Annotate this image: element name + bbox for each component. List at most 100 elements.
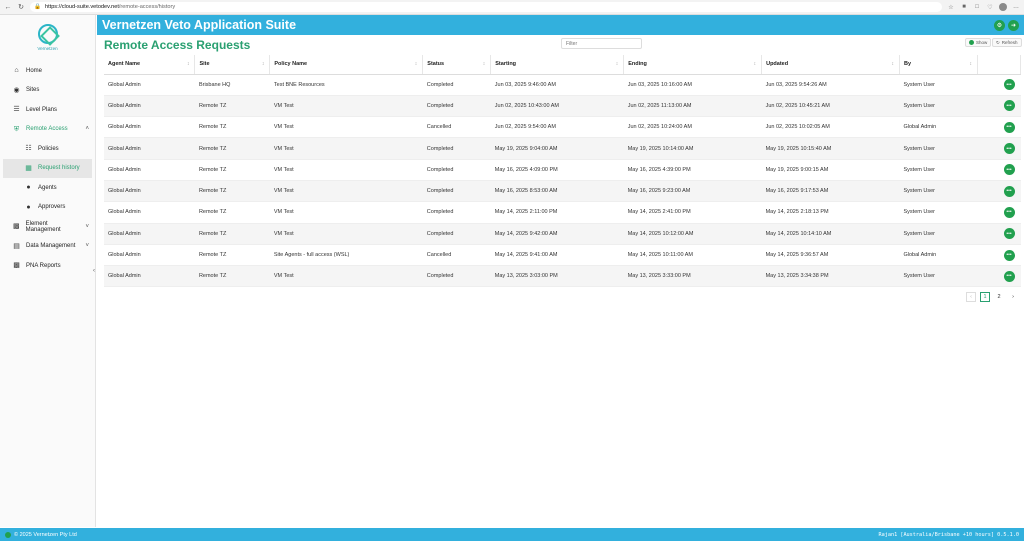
table-row: Global Admin Remote TZ VM Test Completed Jun… [104, 95, 1021, 118]
next-page-icon[interactable]: › [1008, 292, 1018, 302]
page-1-button[interactable]: 1 [980, 292, 990, 302]
prev-page-icon[interactable]: ‹ [966, 292, 976, 302]
row-more-button[interactable]: ••• [1003, 164, 1015, 176]
extensions-icon[interactable]: ■ [960, 3, 968, 11]
star-icon[interactable]: ☆ [947, 3, 955, 11]
more-icon[interactable]: … [1012, 3, 1020, 11]
column-header[interactable]: Site ↕ [194, 55, 271, 75]
chevron-down-icon: ˅ [85, 243, 89, 250]
sidebar-item-home[interactable]: ⌂ Home [0, 61, 95, 81]
filter-input[interactable] [561, 38, 642, 49]
address-bar[interactable]: 🔒 https://cloud-suite.vetodev.net/remote… [30, 2, 942, 12]
sidebar: Vernetzen ⌂ Home ◉ Sites ☰ Level Plans ⛨ Rem… [0, 15, 96, 527]
table-cell: Completed [422, 201, 491, 224]
table-cell: System User [899, 201, 978, 224]
table-cell: Completed [422, 159, 491, 181]
table-cell: Completed [422, 223, 491, 245]
chevron-up-icon: ˄ [85, 126, 89, 133]
table-cell: May 14, 2025 10:14:10 AM [761, 223, 900, 245]
split-icon[interactable]: □ [973, 3, 981, 11]
table-cell: VM Test [269, 201, 423, 224]
app-header: Vernetzen Veto Application Suite ⚙ ➜ [97, 15, 1024, 35]
page-title: Remote Access Requests [104, 38, 251, 52]
sitemap-icon: ▩ [13, 223, 20, 231]
status-indicator-icon [5, 531, 11, 538]
table-row: Global Admin Remote TZ VM Test Completed May… [104, 201, 1021, 224]
row-more-button[interactable]: ••• [1003, 185, 1015, 197]
table-cell: May 14, 2025 10:12:00 AM [623, 223, 762, 245]
sidebar-item-agents[interactable]: ● Agents [0, 178, 95, 198]
row-more-button[interactable]: ••• [1003, 121, 1015, 133]
table-row: Global Admin Remote TZ VM Test Completed May… [104, 265, 1021, 288]
table-cell: VM Test [269, 95, 423, 118]
row-more-button[interactable]: ••• [1003, 79, 1015, 91]
table-cell: Completed [422, 180, 491, 203]
column-header[interactable]: Agent Name ↕ [104, 55, 196, 75]
table-cell: VM Test [269, 116, 423, 139]
settings-icon[interactable]: ⚙ [994, 20, 1005, 31]
show-label: Show [976, 40, 988, 45]
row-more-button[interactable]: ••• [1003, 100, 1015, 112]
copyright-text: 2025 Vernetzen Pty Ltd [19, 531, 77, 538]
sidebar-item-remote-access[interactable]: ⛨ Remote Access ˄ [0, 120, 95, 140]
table-cell: Remote TZ [194, 244, 270, 267]
table-cell: Jun 02, 2025 11:13:00 AM [623, 95, 762, 118]
show-button[interactable]: Show [965, 38, 992, 47]
sidebar-item-label: Approvers [38, 204, 66, 211]
report-icon: ▩ [13, 262, 20, 270]
table-cell: Jun 02, 2025 10:43:00 AM [490, 95, 624, 118]
table-cell: Remote TZ [194, 265, 270, 288]
row-more-button[interactable]: ••• [1003, 143, 1015, 155]
column-header[interactable]: Policy Name ↕ [269, 55, 424, 75]
table-cell: May 19, 2025 9:00:15 AM [761, 159, 900, 181]
row-more-button[interactable]: ••• [1003, 228, 1015, 240]
sidebar-item-request-history[interactable]: ▦ Request history [3, 158, 92, 178]
row-more-button[interactable]: ••• [1003, 206, 1015, 218]
app-logo[interactable]: Vernetzen [0, 17, 95, 57]
sidebar-item-policies[interactable]: ☷ Policies [0, 139, 95, 159]
page-2-button[interactable]: 2 [994, 292, 1004, 302]
row-actions-cell: ••• [977, 244, 1021, 267]
table-row: Global Admin Remote TZ VM Test Cancelled Jun… [104, 116, 1021, 139]
column-header[interactable]: By ↕ [899, 55, 978, 75]
row-more-button[interactable]: ••• [1003, 249, 1015, 261]
sidebar-item-level-plans[interactable]: ☰ Level Plans [0, 100, 95, 120]
table-cell: May 14, 2025 9:41:00 AM [490, 244, 624, 267]
sort-icon: ↕ [261, 61, 265, 67]
sidebar-item-pna-reports[interactable]: ▩ PNA Reports [0, 256, 95, 276]
table-cell: Completed [422, 74, 491, 96]
table-cell: Global Admin [104, 159, 195, 181]
reload-icon[interactable]: ↻ [17, 3, 25, 11]
sidebar-item-sites[interactable]: ◉ Sites [0, 81, 95, 101]
table-cell: VM Test [269, 137, 423, 160]
table-cell: VM Test [269, 223, 423, 245]
sidebar-nav: ⌂ Home ◉ Sites ☰ Level Plans ⛨ Remote Access… [0, 61, 95, 276]
table-cell: VM Test [269, 180, 423, 203]
chevron-down-icon: ˅ [85, 223, 89, 230]
logout-icon[interactable]: ➜ [1008, 20, 1019, 31]
globe-icon: ◉ [13, 86, 20, 94]
column-header[interactable]: Updated ↕ [761, 55, 900, 75]
column-header[interactable]: Status ↕ [422, 55, 492, 75]
row-more-button[interactable]: ••• [1003, 270, 1015, 282]
table-cell: Remote TZ [194, 116, 270, 139]
table-cell: May 14, 2025 9:36:57 AM [761, 244, 900, 267]
sidebar-item-approvers[interactable]: ● Approvers [0, 198, 95, 218]
refresh-button[interactable]: ↻ Refresh [992, 38, 1022, 47]
sidebar-item-element-management[interactable]: ▩ Element Management ˅ [0, 217, 95, 237]
back-icon[interactable]: ← [4, 3, 12, 11]
table-cell: Completed [422, 95, 491, 118]
refresh-label: Refresh [1001, 40, 1018, 45]
home-icon: ⌂ [14, 67, 19, 75]
collapse-sidebar-icon[interactable]: ‹ [93, 268, 95, 274]
column-header[interactable]: Starting ↕ [490, 55, 625, 75]
sidebar-item-data-management[interactable]: ▤ Data Management ˅ [0, 237, 95, 257]
table-cell: System User [899, 74, 978, 96]
profile-avatar[interactable] [999, 3, 1007, 11]
favorites-icon[interactable]: ♡ [986, 3, 994, 11]
column-header[interactable]: Ending ↕ [623, 55, 763, 75]
sort-icon: ↕ [414, 61, 418, 67]
table-row: Global Admin Remote TZ Site Agents - full … [104, 244, 1021, 267]
sort-icon: ↕ [891, 61, 895, 67]
table-cell: May 14, 2025 2:18:13 PM [761, 201, 900, 224]
